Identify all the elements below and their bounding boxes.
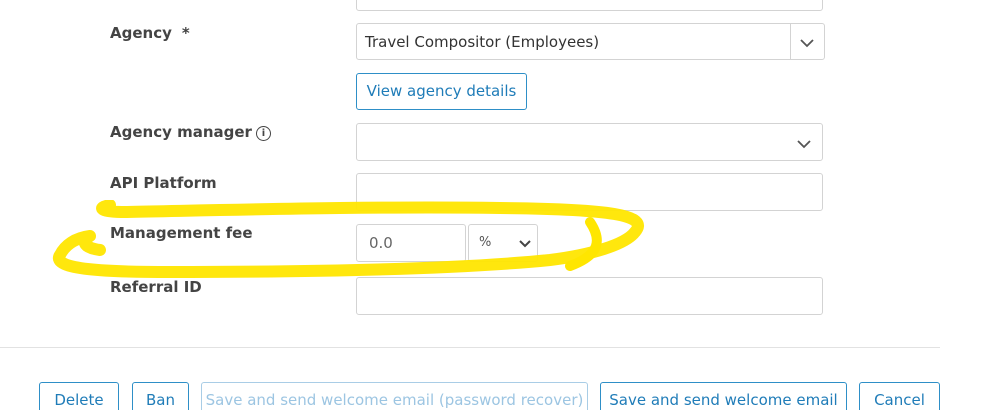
select-divider	[790, 24, 791, 59]
delete-button[interactable]: Delete	[39, 382, 119, 410]
agency-manager-select[interactable]	[356, 123, 823, 161]
required-mark: *	[181, 24, 190, 42]
cancel-button[interactable]: Cancel	[859, 382, 940, 410]
agency-manager-label-text: Agency manager	[110, 123, 252, 141]
agency-label: Agency *	[110, 24, 190, 42]
api-platform-label: API Platform	[110, 174, 217, 192]
agency-select[interactable]: Travel Compositor (Employees)	[356, 23, 825, 60]
management-fee-unit-value: %	[479, 235, 492, 250]
chevron-down-icon[interactable]	[799, 38, 815, 48]
chevron-down-icon[interactable]	[519, 240, 531, 250]
agency-manager-label: Agency manager i	[110, 123, 271, 141]
save-send-welcome-button[interactable]: Save and send welcome email	[600, 382, 847, 410]
view-agency-details-button[interactable]: View agency details	[356, 73, 527, 110]
footer-divider	[0, 347, 940, 348]
ban-button[interactable]: Ban	[132, 382, 189, 410]
management-fee-placeholder: 0.0	[369, 234, 393, 252]
referral-id-label: Referral ID	[110, 278, 202, 296]
agency-select-value: Travel Compositor (Employees)	[365, 33, 600, 51]
info-icon[interactable]: i	[255, 126, 271, 141]
top-field-partial[interactable]	[356, 0, 823, 11]
management-fee-input[interactable]: 0.0	[356, 224, 466, 262]
management-fee-unit-select[interactable]: %	[468, 224, 538, 262]
save-send-recover-button[interactable]: Save and send welcome email (password re…	[201, 382, 588, 410]
api-platform-input[interactable]	[356, 173, 823, 211]
chevron-down-icon[interactable]	[796, 139, 812, 149]
user-edit-form-page: Agency * Travel Compositor (Employees) Vi…	[0, 0, 992, 410]
agency-label-text: Agency	[110, 24, 172, 42]
referral-id-input[interactable]	[356, 277, 823, 315]
management-fee-label: Management fee	[110, 224, 253, 242]
